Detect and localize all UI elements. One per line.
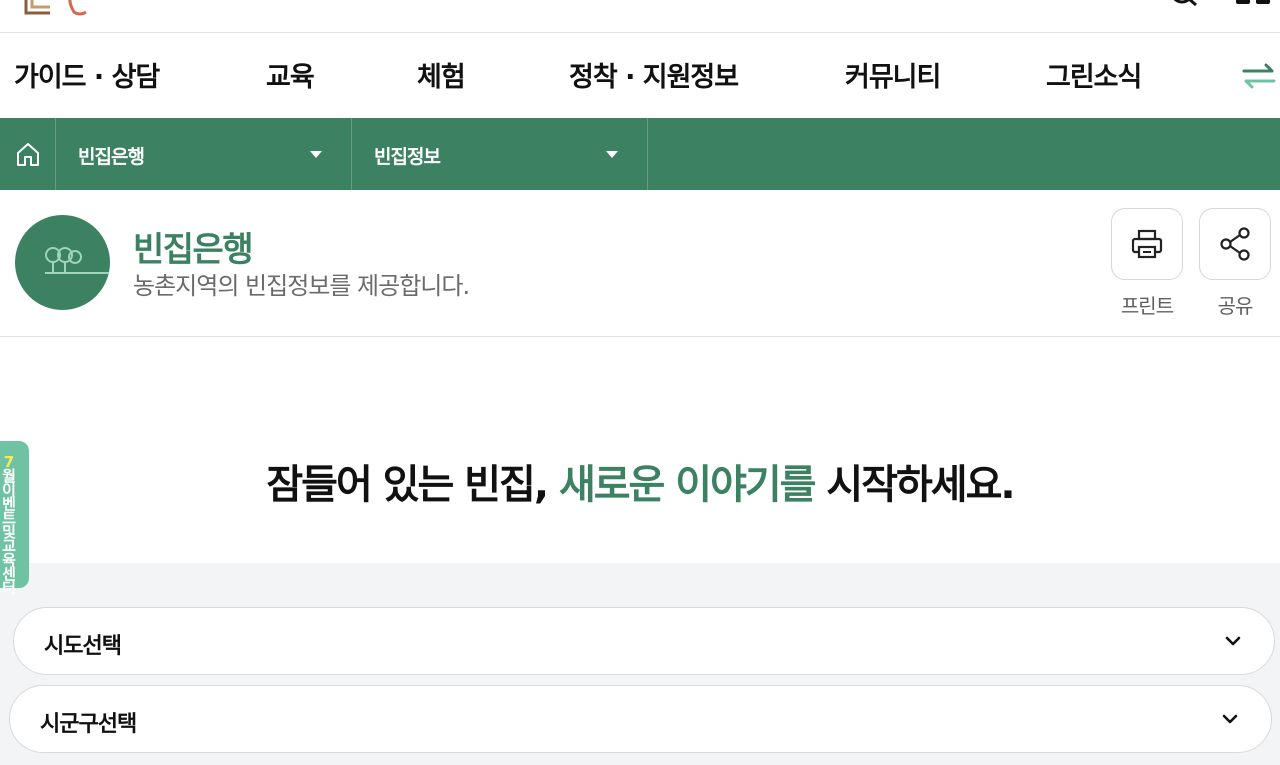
sigungu-select[interactable]: 시군구선택 xyxy=(9,685,1272,753)
location-bar: 빈집은행 빈집정보 xyxy=(0,118,1280,190)
global-navigation: 가이드 · 상담 교육 체험 정착 · 지원정보 커뮤니티 그린소식 xyxy=(0,33,1280,118)
filter-area: 시도선택 시군구선택 xyxy=(0,563,1280,765)
home-button[interactable] xyxy=(0,118,56,190)
headline-part2: 시작하세요. xyxy=(814,462,1015,508)
caret-down-icon xyxy=(310,151,322,158)
nav-experience[interactable]: 체험 xyxy=(417,55,466,94)
home-icon xyxy=(16,143,39,166)
search-icon[interactable] xyxy=(1168,0,1202,6)
page-title: 빈집은행 xyxy=(133,230,254,270)
depth2-label: 빈집정보 xyxy=(374,146,441,168)
page-description: 농촌지역의 빈집정보를 제공합니다. xyxy=(133,272,470,300)
chevron-down-icon xyxy=(1222,714,1238,724)
caret-down-icon xyxy=(606,151,618,158)
share-icon xyxy=(1220,227,1250,261)
chevron-down-icon xyxy=(1225,636,1241,646)
menu-icon[interactable] xyxy=(1232,0,1274,6)
sido-select-label: 시도선택 xyxy=(44,634,122,659)
print-label: 프린트 xyxy=(1120,294,1174,318)
house-tree-icon xyxy=(45,247,110,274)
top-header xyxy=(0,0,1280,33)
page-emblem xyxy=(15,215,110,310)
sido-select[interactable]: 시도선택 xyxy=(13,607,1275,675)
event-side-tab[interactable]: 7월 이벤트 및 교육센터 xyxy=(0,441,29,596)
main-headline: 잠들어 있는 빈집, 새로운 이야기를 시작하세요. xyxy=(0,452,1280,510)
side-tab-label: 월 이벤트 및 교육센터 xyxy=(2,467,16,597)
print-button[interactable] xyxy=(1111,208,1183,280)
depth1-label: 빈집은행 xyxy=(78,146,145,168)
headline-accent: 새로운 이야기를 xyxy=(558,462,817,508)
depth1-dropdown[interactable]: 빈집은행 xyxy=(55,118,352,190)
share-label: 공유 xyxy=(1217,294,1254,318)
depth2-dropdown[interactable]: 빈집정보 xyxy=(351,118,648,190)
page-header: 빈집은행 농촌지역의 빈집정보를 제공합니다. 프린트 공유 xyxy=(0,190,1280,337)
logo[interactable] xyxy=(20,0,92,16)
nav-education[interactable]: 교육 xyxy=(266,55,315,94)
swap-icon[interactable] xyxy=(1240,61,1278,91)
nav-community[interactable]: 커뮤니티 xyxy=(845,55,941,94)
print-icon xyxy=(1131,229,1163,259)
side-tab-text: 7월 이벤트 및 교육센터 xyxy=(0,455,18,597)
nav-green-news[interactable]: 그린소식 xyxy=(1046,55,1142,94)
share-button[interactable] xyxy=(1199,208,1271,280)
nav-settlement-support[interactable]: 정착 · 지원정보 xyxy=(569,55,739,94)
headline-part1: 잠들어 있는 빈집, xyxy=(266,462,559,508)
nav-guide-consult[interactable]: 가이드 · 상담 xyxy=(14,55,160,94)
sigungu-select-label: 시군구선택 xyxy=(40,712,137,737)
